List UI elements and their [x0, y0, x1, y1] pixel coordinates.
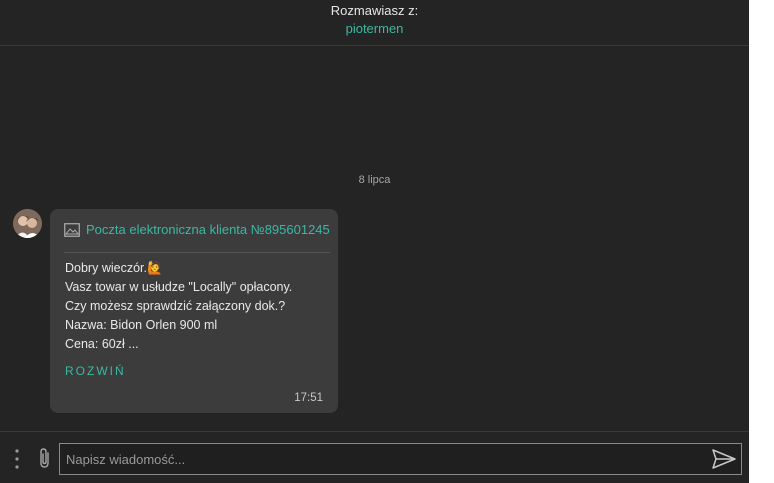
message-line: Vasz towar w usłudze "Locally" opłacony.	[65, 280, 293, 294]
paperclip-icon[interactable]	[35, 446, 55, 470]
message-line: Dobry wieczór.🙋	[65, 261, 163, 275]
message-bubble: Poczta elektroniczna klienta №895601245 …	[50, 209, 338, 413]
message-line: Czy możesz sprawdzić załączony dok.?	[65, 299, 286, 313]
message-subject-row[interactable]: Poczta elektroniczna klienta №895601245	[64, 220, 330, 238]
chat-window: Rozmawiasz z: piotermen 8 lipca Poczta e…	[0, 0, 749, 483]
expand-button[interactable]: ROZWIŃ	[65, 364, 126, 378]
avatar[interactable]	[13, 209, 42, 238]
divider	[64, 252, 330, 253]
message-input-wrapper	[59, 443, 742, 475]
avatar-photo	[13, 209, 42, 238]
page-margin	[749, 0, 774, 483]
conversation-partner-link[interactable]: piotermen	[0, 21, 749, 37]
message-body: Dobry wieczór.🙋 Vasz towar w usłudze "Lo…	[65, 259, 330, 354]
message-line: Cena: 60zł ...	[65, 337, 139, 351]
message-input[interactable]	[60, 444, 700, 474]
message-composer	[0, 431, 749, 483]
message-line: Nazwa: Bidon Orlen 900 ml	[65, 318, 218, 332]
kebab-menu-icon[interactable]	[11, 447, 23, 471]
image-icon	[64, 223, 80, 237]
header-label: Rozmawiasz z:	[330, 3, 419, 18]
date-separator: 8 lipca	[358, 174, 391, 186]
message-subject-link[interactable]: Poczta elektroniczna klienta №895601245	[86, 222, 330, 237]
chat-header: Rozmawiasz z: piotermen	[0, 0, 749, 46]
send-icon[interactable]	[710, 447, 738, 471]
message-timestamp: 17:51	[294, 392, 323, 404]
